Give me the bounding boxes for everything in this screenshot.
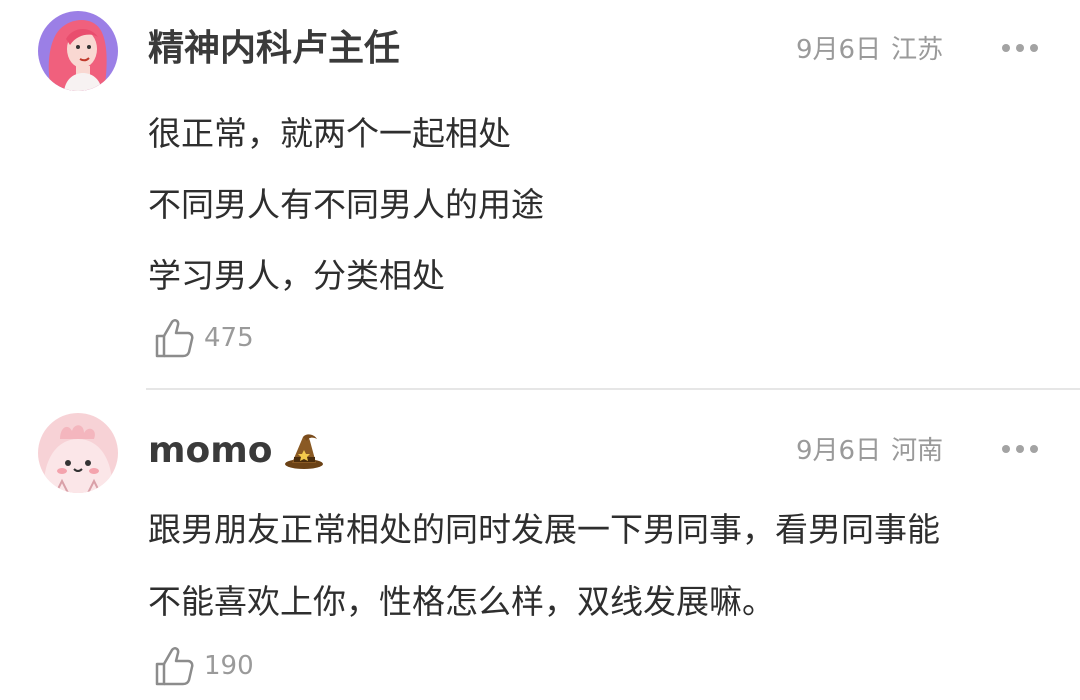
username[interactable]: 精神内科卢主任 [148, 27, 400, 71]
pink-blob-avatar-icon [38, 413, 118, 493]
like-count: 475 [204, 323, 254, 353]
thumbs-up-icon [155, 319, 194, 358]
wizard-hat-icon [284, 434, 323, 469]
comment-body: 很正常，就两个一起相处 不同男人有不同男人的用途 学习男人，分类相处 [148, 98, 544, 311]
comment-date: 9月6日 [796, 436, 882, 466]
comment-line: 不能喜欢上你，性格怎么样，双线发展嘛。 [148, 582, 775, 621]
comment-meta: 9月6日 河南 [796, 435, 943, 467]
avatar[interactable] [38, 11, 118, 91]
username-text: 精神内科卢主任 [148, 28, 401, 69]
comment-line: 很正常，就两个一起相处 [148, 114, 511, 153]
like-count: 190 [204, 651, 254, 681]
comment-region: 江苏 [891, 35, 944, 65]
pink-haired-girl-avatar-icon [38, 11, 118, 91]
comment-item: momo 9月6日 河南 跟男朋友正常相处的同时发展一下男同事，看男同事能 不能喜… [0, 390, 1080, 700]
like-button[interactable]: 475 [154, 316, 254, 360]
comment-date: 9月6日 [796, 35, 882, 65]
more-dots-icon[interactable] [1000, 38, 1040, 58]
username[interactable]: momo [148, 429, 325, 473]
comment-body: 跟男朋友正常相处的同时发展一下男同事，看男同事能 不能喜欢上你，性格怎么样，双线… [148, 494, 940, 638]
username-text: momo [148, 430, 273, 471]
more-dots-icon[interactable] [1000, 439, 1040, 459]
avatar[interactable] [38, 413, 118, 493]
comment-region: 河南 [891, 436, 944, 466]
comment-meta: 9月6日 江苏 [796, 34, 943, 66]
thumbs-up-icon [155, 647, 194, 686]
comment-line: 学习男人，分类相处 [148, 256, 445, 295]
comment-line: 跟男朋友正常相处的同时发展一下男同事，看男同事能 [148, 510, 940, 549]
like-button[interactable]: 190 [154, 644, 254, 688]
comment-item: 精神内科卢主任 9月6日 江苏 很正常，就两个一起相处 不同男人有不同男人的用途 … [0, 0, 1080, 390]
comment-line: 不同男人有不同男人的用途 [148, 185, 544, 224]
